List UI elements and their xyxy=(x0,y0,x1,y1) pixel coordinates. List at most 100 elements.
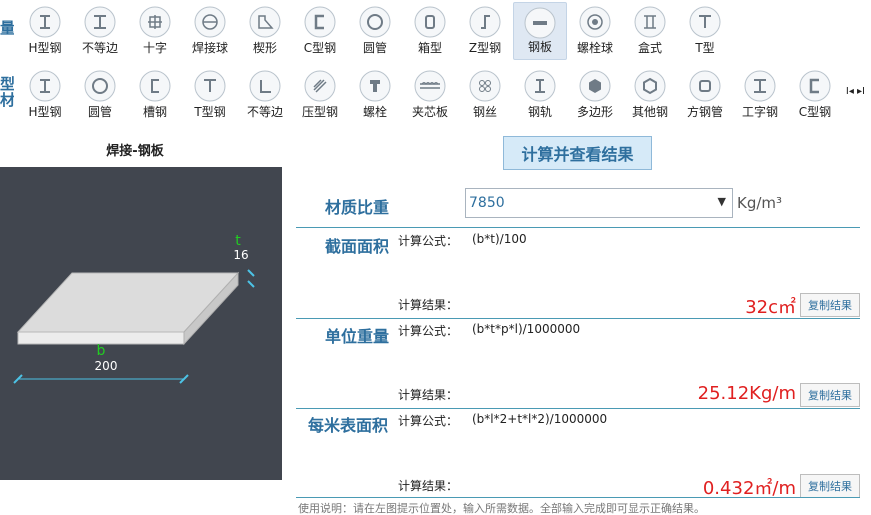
tool-label: 工字钢 xyxy=(741,105,778,119)
i-beam-icon xyxy=(744,70,776,102)
tool-rail[interactable]: 钢轨 xyxy=(513,66,567,124)
copy-result-button-surface[interactable]: 复制结果 xyxy=(800,474,860,498)
bolt-icon xyxy=(359,70,391,102)
tool-welded-ball[interactable]: 焊接球 xyxy=(183,2,237,60)
bolt-ball-icon xyxy=(579,6,611,38)
box-type-icon xyxy=(634,6,666,38)
c-channel-icon xyxy=(799,70,831,102)
tool-steel-wire[interactable]: 钢丝 xyxy=(458,66,512,124)
surface-area-formula: (b*l*2+t*l*2)/1000000 xyxy=(472,412,608,426)
tool-z-section[interactable]: Z型钢 xyxy=(458,2,512,60)
calculate-button[interactable]: 计算并查看结果 xyxy=(503,136,652,170)
tool-c-channel[interactable]: C型钢 xyxy=(788,66,842,124)
tool-label: H型钢 xyxy=(28,105,62,119)
tool-h-beam[interactable]: H型钢 xyxy=(18,2,72,60)
round-tube-icon xyxy=(359,6,391,38)
toolbar-row-2: 型材 H型钢 圆管 槽钢 T型钢 不等边 压型钢 螺栓 夹芯板 钢丝 钢轨 多边形 其他钢 方钢管 工字钢… xyxy=(0,64,871,124)
tool-label: 螺栓球 xyxy=(576,41,613,55)
tool-channel[interactable]: 槽钢 xyxy=(128,66,182,124)
tool-label: 槽钢 xyxy=(142,105,167,119)
tool-bolt[interactable]: 螺栓 xyxy=(348,66,402,124)
copy-result-button-area[interactable]: 复制结果 xyxy=(800,293,860,317)
tool-label: 楔形 xyxy=(252,41,277,55)
welded-ball-icon xyxy=(194,6,226,38)
surface-area-label: 每米表面积 xyxy=(308,416,389,435)
cross-icon xyxy=(139,6,171,38)
plate-top-face xyxy=(16,272,240,333)
tool-label: 其他钢 xyxy=(631,105,668,119)
square-tube-icon xyxy=(689,70,721,102)
divider-2 xyxy=(296,318,860,319)
divider-3 xyxy=(296,408,860,409)
c-channel-icon xyxy=(304,6,336,38)
profiled-sheet-icon xyxy=(304,70,336,102)
t-tick-top xyxy=(247,269,255,277)
tool-polygon[interactable]: 多边形 xyxy=(568,66,622,124)
b-label: b xyxy=(97,343,106,359)
t-section-icon xyxy=(194,70,226,102)
other-steel-icon xyxy=(634,70,666,102)
h-beam-icon xyxy=(29,70,61,102)
t-value: 16 xyxy=(233,248,248,262)
divider-4 xyxy=(296,497,860,498)
tool-box-type[interactable]: 盒式 xyxy=(623,2,677,60)
tool-label: 螺栓 xyxy=(362,105,387,119)
tool-label: C型钢 xyxy=(303,41,337,55)
toolbar-row-1: 量 H型钢 不等边 十字 焊接球 楔形 C型钢 圆管 箱型 Z型钢 钢板 螺栓球 盒式 T型 xyxy=(0,0,871,60)
copy-result-button-weight[interactable]: 复制结果 xyxy=(800,383,860,407)
shape-toolbar: 量 H型钢 不等边 十字 焊接球 楔形 C型钢 圆管 箱型 Z型钢 钢板 螺栓球 盒式 T型 型材 H型… xyxy=(0,0,871,125)
unit-weight-label: 单位重量 xyxy=(325,327,390,346)
tool-label: 多边形 xyxy=(576,105,613,119)
tool-bolt-ball[interactable]: 螺栓球 xyxy=(568,2,622,60)
density-select[interactable]: 7850 ▼ xyxy=(465,188,733,218)
tool-wedge[interactable]: 楔形 xyxy=(238,2,292,60)
tool-box-section[interactable]: 箱型 xyxy=(403,2,457,60)
t-tick-bottom xyxy=(247,280,255,288)
toolbar-scroll-arrows[interactable]: I◂ ▸I xyxy=(846,86,865,97)
tool-label: 圆管 xyxy=(87,105,112,119)
density-unit: Kg/m³ xyxy=(737,194,783,212)
tool-t-section[interactable]: T型钢 xyxy=(183,66,237,124)
sandwich-panel-icon xyxy=(414,70,446,102)
tool-h-beam[interactable]: H型钢 xyxy=(18,66,72,124)
tool-label: 钢丝 xyxy=(472,105,497,119)
tool-label: 钢板 xyxy=(527,40,552,54)
tool-angle[interactable]: 不等边 xyxy=(238,66,292,124)
tool-i-beam[interactable]: 工字钢 xyxy=(733,66,787,124)
surface-area-formula-prefix: 计算公式： xyxy=(398,414,459,428)
angle-icon xyxy=(249,70,281,102)
section-area-result: 32c㎡ xyxy=(745,297,796,318)
b-value: 200 xyxy=(95,359,118,373)
density-label: 材质比重 xyxy=(325,198,390,217)
plate-diagram: b 200 t 16 xyxy=(0,167,282,480)
tool-label: 箱型 xyxy=(417,41,442,55)
plate-icon xyxy=(524,7,556,39)
tool-t-section[interactable]: T型 xyxy=(678,2,732,60)
section-area-formula-prefix: 计算公式： xyxy=(398,234,459,248)
tool-square-tube[interactable]: 方钢管 xyxy=(678,66,732,124)
tool-label: 夹芯板 xyxy=(411,105,448,119)
tool-label: 圆管 xyxy=(362,41,387,55)
tool-label: 十字 xyxy=(142,41,167,55)
tool-sandwich-panel[interactable]: 夹芯板 xyxy=(403,66,457,124)
tool-cross[interactable]: 十字 xyxy=(128,2,182,60)
app-window: 量 H型钢 不等边 十字 焊接球 楔形 C型钢 圆管 箱型 Z型钢 钢板 螺栓球 盒式 T型 型材 H型… xyxy=(0,0,871,515)
tool-c-channel[interactable]: C型钢 xyxy=(293,2,347,60)
divider-1 xyxy=(296,227,860,228)
tool-label: 盒式 xyxy=(637,41,662,55)
tool-i-beam[interactable]: 不等边 xyxy=(73,2,127,60)
tool-round-tube[interactable]: 圆管 xyxy=(348,2,402,60)
tool-label: 不等边 xyxy=(246,105,283,119)
tool-label: 不等边 xyxy=(81,41,118,55)
tool-label: H型钢 xyxy=(28,41,62,55)
diagram-title: 焊接-钢板 xyxy=(106,144,164,159)
rail-icon xyxy=(524,70,556,102)
tool-round-tube[interactable]: 圆管 xyxy=(73,66,127,124)
tool-profiled-sheet[interactable]: 压型钢 xyxy=(293,66,347,124)
unit-weight-result-prefix: 计算结果： xyxy=(398,388,459,402)
chevron-down-icon[interactable]: ▼ xyxy=(718,195,726,208)
tool-other-steel[interactable]: 其他钢 xyxy=(623,66,677,124)
tool-label: T型 xyxy=(695,41,715,55)
tool-label: C型钢 xyxy=(798,105,832,119)
tool-plate[interactable]: 钢板 xyxy=(513,2,567,60)
